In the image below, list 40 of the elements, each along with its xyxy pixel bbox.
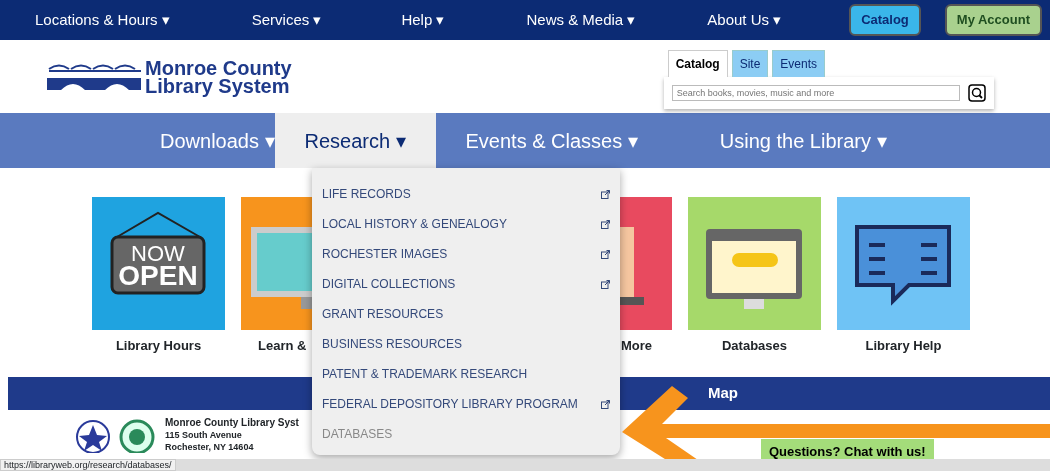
- tile-picture[interactable]: [92, 197, 225, 330]
- main-nav-item[interactable]: Using the Library ▾: [719, 113, 887, 168]
- bridge-logo-icon: [47, 63, 141, 90]
- nav-link-item[interactable]: About Us ▾: [707, 8, 782, 32]
- menu-item[interactable]: LIFE RECORDS: [312, 179, 620, 209]
- search-icon[interactable]: [967, 84, 986, 102]
- tile-picture[interactable]: [837, 197, 970, 330]
- address-city: Rochester, NY 14604: [165, 440, 255, 453]
- menu-item[interactable]: BUSINESS RESOURCES: [312, 329, 620, 359]
- main-nav-item[interactable]: Events & Classes ▾: [465, 113, 638, 168]
- banner-title: Map: [708, 382, 738, 403]
- menu-item[interactable]: GRANT RESOURCES: [312, 299, 620, 329]
- main-nav-item[interactable]: Research ▾: [274, 113, 436, 168]
- menu-item[interactable]: LOCAL HISTORY & GENEALOGY: [312, 209, 620, 239]
- logo-title: Monroe County: [145, 58, 292, 77]
- address-street: 115 South Avenue: [165, 428, 243, 441]
- search-tab[interactable]: Catalog: [667, 50, 728, 77]
- search-tab[interactable]: Site: [731, 50, 769, 77]
- address-name: Monroe County Library Syst: [165, 416, 299, 429]
- tile-label[interactable]: Library Hours: [92, 336, 225, 356]
- nav-link-item[interactable]: Locations & Hours ▾: [35, 8, 170, 32]
- nav-link-item[interactable]: Help ▾: [401, 8, 445, 32]
- nav-link-item[interactable]: Services ▾: [251, 8, 322, 32]
- main-nav-item[interactable]: Downloads ▾: [160, 113, 275, 168]
- sign-text: NOW: [130, 243, 186, 265]
- sign-text: OPEN: [117, 265, 199, 287]
- account-button[interactable]: My Account: [944, 4, 1042, 36]
- search-tab[interactable]: Events: [772, 50, 826, 77]
- tile-label[interactable]: Databases: [688, 336, 821, 356]
- menu-item[interactable]: PATENT & TRADEMARK RESEARCH: [312, 359, 620, 389]
- menu-item[interactable]: DIGITAL COLLECTIONS: [312, 269, 620, 299]
- menu-item[interactable]: FEDERAL DEPOSITORY LIBRARY PROGRAM: [312, 389, 620, 419]
- chat-button[interactable]: Questions? Chat with us!: [760, 438, 934, 460]
- catalog-button[interactable]: Catalog: [849, 4, 921, 36]
- menu-item[interactable]: ROCHESTER IMAGES: [312, 239, 620, 269]
- nav-link-item[interactable]: News & Media ▾: [526, 8, 636, 32]
- search-field[interactable]: Search books, movies, music and more: [671, 85, 960, 101]
- status-url: https://libraryweb.org/research/databases/: [0, 459, 176, 471]
- tile-label[interactable]: Library Help: [837, 336, 970, 356]
- tile-picture[interactable]: [688, 197, 821, 330]
